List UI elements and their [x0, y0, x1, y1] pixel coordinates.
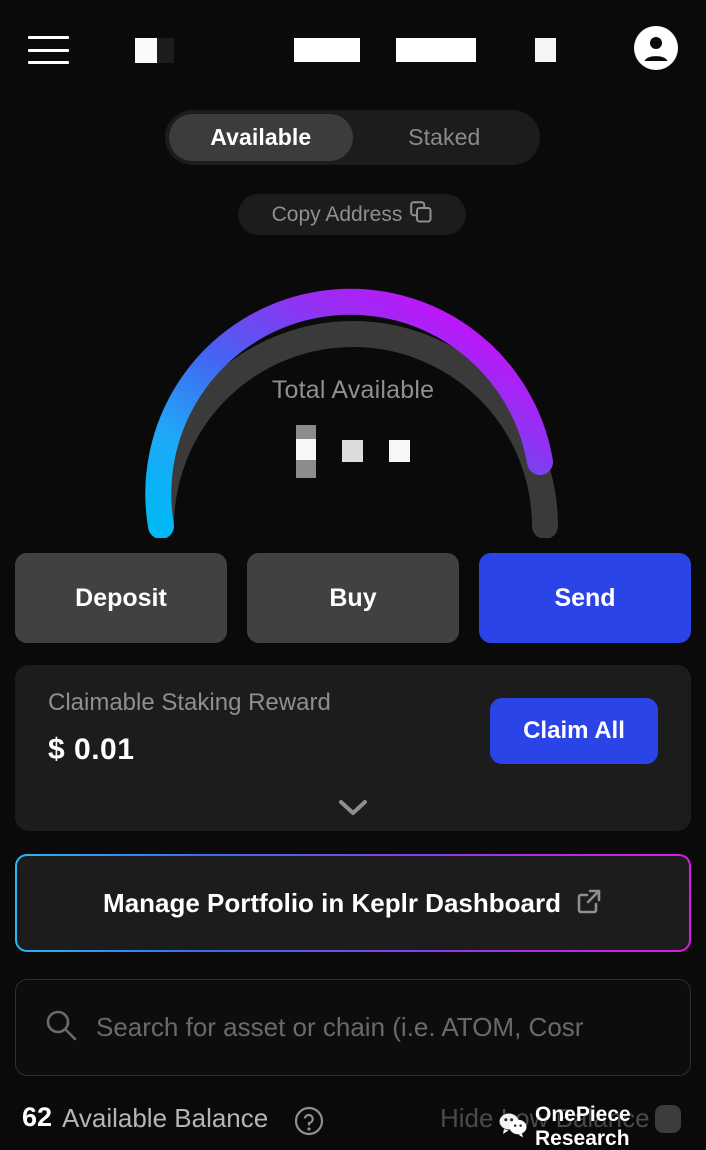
gauge-center-content: Total Available	[0, 248, 706, 479]
hide-low-balance-toggle[interactable]	[655, 1105, 681, 1133]
reward-title: Claimable Staking Reward	[48, 689, 331, 716]
hamburger-line	[28, 36, 69, 39]
manage-portfolio-inner: Manage Portfolio in Keplr Dashboard	[17, 856, 689, 950]
copy-icon	[410, 201, 432, 228]
deposit-button[interactable]: Deposit	[15, 553, 227, 643]
help-circle-icon[interactable]	[294, 1106, 324, 1141]
manage-portfolio-label: Manage Portfolio in Keplr Dashboard	[103, 887, 561, 918]
balance-list-header: 62 Available Balance Hide Low Balance	[0, 1098, 706, 1150]
claim-all-button[interactable]: Claim All	[490, 698, 658, 764]
chain-name-masked	[294, 38, 360, 62]
network-icon-masked	[535, 38, 556, 62]
tab-available-label: Available	[210, 124, 312, 150]
total-available-amount-masked	[296, 423, 410, 479]
tab-available[interactable]: Available	[169, 114, 353, 161]
hide-low-balance-label: Hide Low Balance	[440, 1103, 650, 1133]
profile-avatar-icon[interactable]	[634, 26, 678, 70]
manage-portfolio-button[interactable]: Manage Portfolio in Keplr Dashboard	[15, 854, 691, 952]
hamburger-line	[28, 48, 69, 52]
total-available-gauge: Total Available	[0, 248, 706, 538]
hamburger-line	[28, 61, 69, 64]
buy-button[interactable]: Buy	[247, 553, 459, 643]
send-label: Send	[554, 583, 616, 612]
available-balance-label: Available Balance	[62, 1103, 269, 1133]
search-input[interactable]	[96, 1012, 662, 1043]
address-masked	[396, 38, 476, 62]
wallet-actions: Deposit Buy Send	[15, 553, 691, 643]
asset-search-box[interactable]	[15, 979, 691, 1076]
gauge-label: Total Available	[271, 376, 435, 404]
tab-staked[interactable]: Staked	[353, 114, 537, 161]
available-balance-count: 62	[22, 1102, 53, 1132]
claimable-reward-card: Claimable Staking Reward $ 0.01 Claim Al…	[15, 665, 691, 831]
send-button[interactable]: Send	[479, 553, 691, 643]
amount-mask-block	[342, 440, 363, 462]
chain-icon-masked-shadow	[157, 38, 174, 63]
reward-amount: $ 0.01	[48, 733, 135, 766]
chevron-down-icon[interactable]	[15, 799, 691, 817]
deposit-label: Deposit	[75, 583, 167, 612]
copy-address-button[interactable]: Copy Address	[238, 194, 466, 235]
tab-staked-label: Staked	[408, 124, 481, 150]
external-link-icon	[575, 887, 603, 920]
buy-label: Buy	[329, 583, 377, 612]
copy-address-label: Copy Address	[271, 202, 403, 226]
search-icon	[44, 1008, 78, 1047]
amount-mask-block	[389, 440, 410, 462]
hamburger-menu-icon[interactable]	[28, 33, 69, 67]
wallet-screen: Available Staked Copy Address Total Avai…	[0, 0, 706, 1150]
chain-icon-masked	[135, 38, 157, 63]
app-header	[0, 0, 706, 100]
balance-tabs: Available Staked	[165, 110, 540, 165]
amount-mask-block	[296, 424, 316, 478]
claim-all-label: Claim All	[523, 717, 625, 744]
chain-badge-masked[interactable]	[135, 38, 174, 63]
